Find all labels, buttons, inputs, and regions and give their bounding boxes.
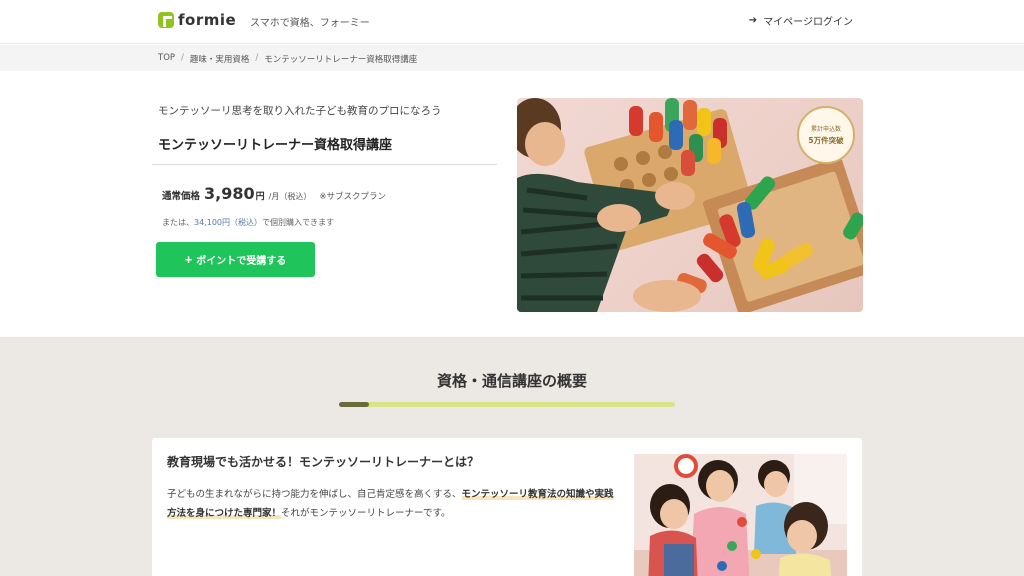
card-title: 教育現場でも活かせる！モンテッソーリトレーナーとは？ bbox=[167, 455, 480, 469]
overview-card: 教育現場でも活かせる！モンテッソーリトレーナーとは？ 子どもの生まれながらに持つ… bbox=[152, 438, 862, 576]
price-unit: 円 bbox=[255, 192, 265, 202]
formie-logo-icon bbox=[158, 12, 174, 28]
breadcrumb: TOP / 趣味・実用資格 / モンテッソーリトレーナー資格取得講座 bbox=[158, 53, 417, 65]
price-row: 通常価格 3,980 円 /月（税込） ※サブスクプラン bbox=[162, 184, 386, 203]
section-progress-fill bbox=[339, 402, 370, 407]
kids-playing-photo bbox=[634, 454, 847, 576]
plus-icon: + bbox=[184, 252, 193, 267]
site-header: formie スマホで資格、フォーミー ➔ マイページログイン bbox=[0, 0, 1024, 44]
breadcrumb-item-current: モンテッソーリトレーナー資格取得講座 bbox=[264, 55, 418, 65]
badge-main-text: 5万件突破 bbox=[808, 136, 844, 145]
title-divider bbox=[152, 164, 497, 165]
breadcrumb-separator: / bbox=[255, 53, 259, 63]
overview-section-title: 資格・通信講座の概要 bbox=[436, 372, 587, 390]
site-tagline: スマホで資格、フォーミー bbox=[250, 18, 370, 29]
buy-note-suffix: で個別購入できます bbox=[262, 218, 334, 227]
kids-photo-illustration bbox=[634, 454, 847, 576]
section-progress-bar bbox=[339, 402, 675, 407]
login-icon: ➔ bbox=[748, 15, 758, 26]
formie-logo[interactable]: formie bbox=[158, 11, 236, 29]
badge-top-text: 累計申込数 bbox=[810, 126, 841, 133]
price-plan-note: ※サブスクプラン bbox=[319, 192, 386, 202]
buy-note-prefix: または、 bbox=[162, 218, 194, 227]
hero-subtitle: モンテッソーリ思考を取り入れた子ども教育のプロになろう bbox=[158, 105, 442, 117]
breadcrumb-bar: TOP / 趣味・実用資格 / モンテッソーリトレーナー資格取得講座 bbox=[0, 45, 1024, 71]
page-title: モンテッソーリトレーナー資格取得講座 bbox=[158, 138, 393, 153]
individual-purchase-note: または、34,100円（税込）で個別購入できます bbox=[162, 217, 334, 228]
buy-note-price: 34,100円（税込） bbox=[194, 218, 262, 227]
breadcrumb-item-category[interactable]: 趣味・実用資格 bbox=[190, 53, 250, 65]
applications-badge: 累計申込数 5万件突破 bbox=[797, 106, 855, 164]
mypage-login-link[interactable]: ➔ マイページログイン bbox=[749, 13, 853, 28]
price-value: 3,980 bbox=[204, 184, 255, 203]
price-per-month: /月（税込） bbox=[268, 192, 312, 201]
breadcrumb-item-top[interactable]: TOP bbox=[158, 53, 175, 65]
mypage-login-label: マイページログイン bbox=[763, 17, 853, 28]
card-text-outro: それがモンテッソーリトレーナーです。 bbox=[281, 508, 451, 519]
price-label: 通常価格 bbox=[162, 191, 201, 202]
enroll-with-points-button[interactable]: + ポイントで受講する bbox=[156, 242, 315, 277]
logo-text: formie bbox=[178, 11, 237, 29]
hero-photo-montessori-toys: 累計申込数 5万件突破 bbox=[517, 98, 863, 312]
card-text-intro: 子どもの生まれながらに持つ能力を伸ばし、自己肯定感を高くする、 bbox=[167, 489, 462, 500]
card-description: 子どもの生まれながらに持つ能力を伸ばし、自己肯定感を高くする、モンテッソーリ教育… bbox=[167, 485, 622, 523]
breadcrumb-separator: / bbox=[181, 53, 184, 63]
enroll-button-label: ポイントで受講する bbox=[196, 256, 287, 267]
